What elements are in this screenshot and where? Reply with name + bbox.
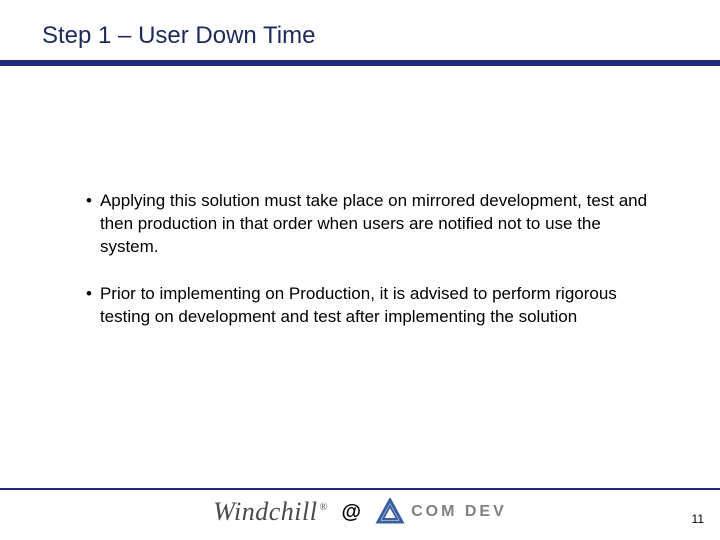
bullet-dot-icon: • bbox=[86, 190, 92, 259]
list-item: • Applying this solution must take place… bbox=[86, 190, 660, 259]
bullet-text: Applying this solution must take place o… bbox=[100, 190, 660, 259]
footer: Windchill® @ COM DEV bbox=[0, 492, 720, 532]
divider-bottom bbox=[0, 488, 720, 490]
windchill-logo: Windchill® bbox=[213, 497, 327, 527]
registered-icon: ® bbox=[319, 502, 327, 513]
bullet-dot-icon: • bbox=[86, 283, 92, 329]
content-area: • Applying this solution must take place… bbox=[86, 190, 660, 353]
brand1-text: Windchill bbox=[213, 497, 317, 526]
comdev-logo: COM DEV bbox=[375, 498, 507, 526]
triangle-icon bbox=[375, 498, 405, 526]
at-symbol: @ bbox=[342, 501, 362, 524]
list-item: • Prior to implementing on Production, i… bbox=[86, 283, 660, 329]
brand2-text: COM DEV bbox=[411, 503, 507, 521]
slide-title: Step 1 – User Down Time bbox=[42, 22, 315, 50]
bullet-text: Prior to implementing on Production, it … bbox=[100, 283, 660, 329]
page-number: 11 bbox=[692, 512, 704, 526]
divider-top bbox=[0, 60, 720, 66]
